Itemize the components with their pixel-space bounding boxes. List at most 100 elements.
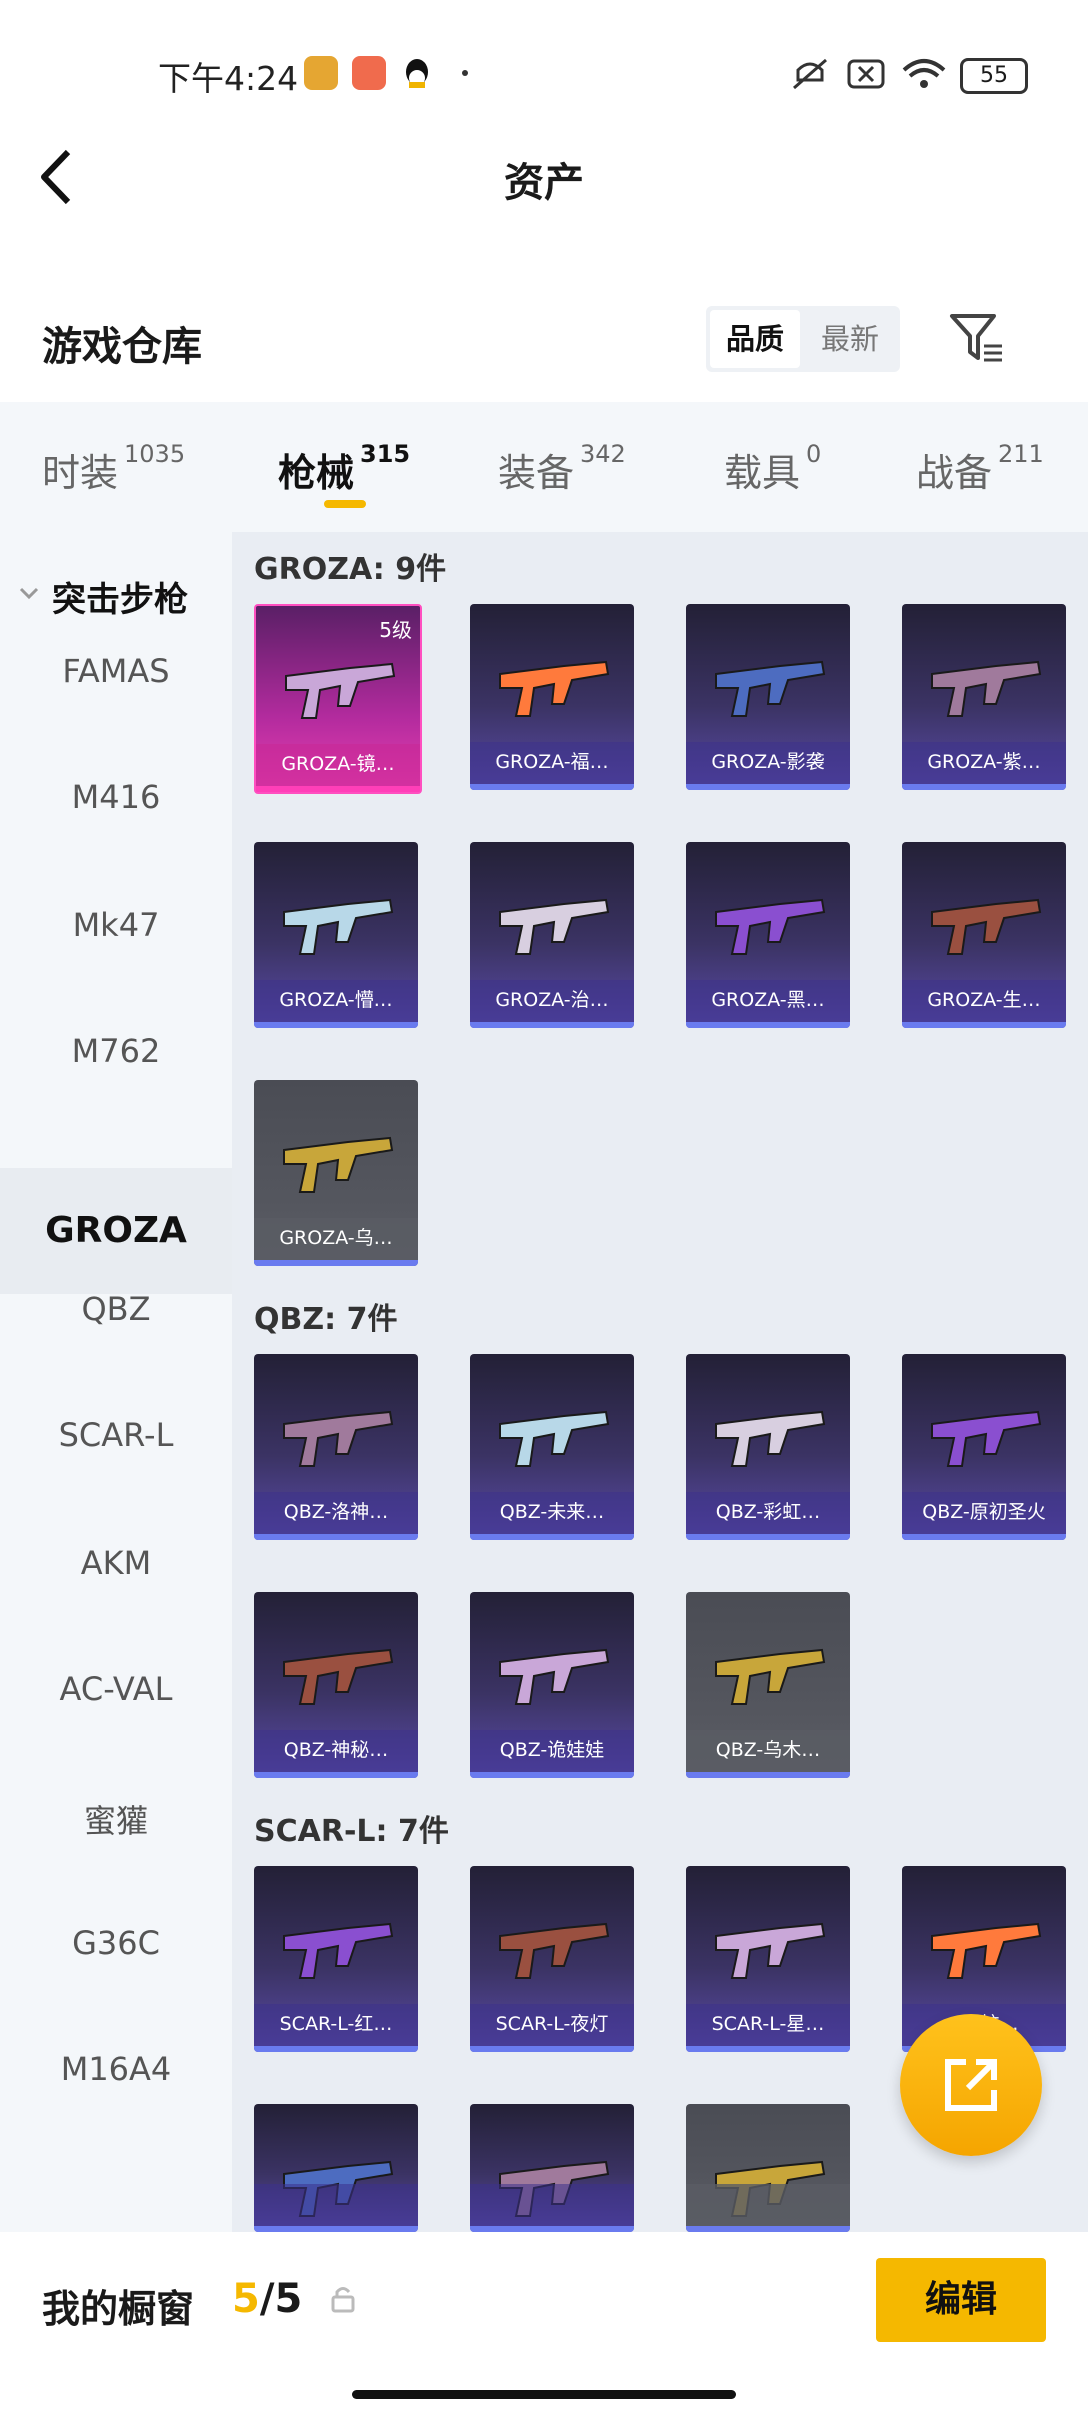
item-card-bar bbox=[256, 786, 420, 792]
item-card-label: SCAR-L-红… bbox=[254, 2004, 418, 2046]
battery-icon: 55 bbox=[960, 58, 1028, 94]
item-card-label bbox=[470, 2184, 634, 2226]
home-indicator bbox=[352, 2390, 736, 2399]
sort-newest-button[interactable]: 最新 bbox=[804, 310, 896, 368]
sidebar-item-qbz[interactable]: QBZ bbox=[0, 1290, 232, 1328]
tab-fashion[interactable]: 时装 1035 bbox=[42, 440, 186, 497]
item-card-label: GROZA-生… bbox=[902, 980, 1066, 1022]
item-card-label: QBZ-神秘… bbox=[254, 1730, 418, 1772]
sort-quality-button[interactable]: 品质 bbox=[710, 310, 800, 368]
item-card-bar bbox=[686, 1534, 850, 1540]
item-card[interactable]: GROZA-黑… bbox=[686, 842, 850, 1028]
item-card[interactable]: QBZ-未来… bbox=[470, 1354, 634, 1540]
gun-skin-icon bbox=[283, 1648, 394, 1705]
filter-icon[interactable] bbox=[948, 310, 1004, 366]
tab-label: 载具 bbox=[724, 451, 801, 495]
item-card-label: SCAR-L-夜灯 bbox=[470, 2004, 634, 2046]
sidebar-item-m762[interactable]: M762 bbox=[0, 1032, 232, 1070]
sidebar-category[interactable]: 突击步枪 bbox=[52, 572, 188, 621]
share-external-icon bbox=[945, 2059, 997, 2111]
item-card[interactable]: QBZ-原初圣火 bbox=[902, 1354, 1066, 1540]
item-card[interactable]: QBZ-乌木… bbox=[686, 1592, 850, 1778]
item-card-bar bbox=[686, 1772, 850, 1778]
qq-icon bbox=[406, 59, 428, 88]
showcase-used: 5 bbox=[232, 2276, 260, 2322]
sidebar-item-famas[interactable]: FAMAS bbox=[0, 652, 232, 690]
item-card-label: GROZA-懵… bbox=[254, 980, 418, 1022]
gun-skin-icon bbox=[931, 1922, 1042, 1979]
gun-skin-icon bbox=[499, 1922, 610, 1979]
edit-button[interactable]: 编辑 bbox=[876, 2258, 1046, 2342]
sidebar-item-groza[interactable]: GROZA bbox=[0, 1168, 232, 1294]
sort-toggle: 品质 最新 bbox=[706, 306, 900, 372]
share-button[interactable] bbox=[900, 2014, 1042, 2156]
item-card[interactable]: GROZA-镜… 5级 bbox=[254, 604, 422, 794]
sidebar-item-g36c[interactable]: G36C bbox=[0, 1924, 232, 1962]
item-card-label bbox=[686, 2184, 850, 2226]
category-tabs: 时装 1035 枪械 315 装备 342 载具 0 战备 211 bbox=[0, 402, 1088, 532]
item-card[interactable]: SCAR-L-星… bbox=[686, 1866, 850, 2052]
showcase-count: 5/5 bbox=[232, 2276, 302, 2322]
item-card[interactable]: GROZA-治… bbox=[470, 842, 634, 1028]
item-level-badge: 5级 bbox=[379, 618, 412, 642]
sidebar-item-akm[interactable]: AKM bbox=[0, 1544, 232, 1582]
tab-vehicles[interactable]: 载具 0 bbox=[724, 440, 821, 497]
item-card[interactable]: QBZ-诡娃娃 bbox=[470, 1592, 634, 1778]
item-card[interactable] bbox=[470, 2104, 634, 2232]
tab-count: 315 bbox=[360, 440, 411, 468]
tab-guns[interactable]: 枪械 315 bbox=[278, 440, 411, 497]
chevron-down-icon bbox=[19, 587, 39, 600]
tab-supplies[interactable]: 战备 211 bbox=[916, 440, 1044, 497]
item-card-bar bbox=[902, 784, 1066, 790]
tab-equipment[interactable]: 装备 342 bbox=[498, 440, 626, 497]
more-dot-icon bbox=[462, 70, 468, 76]
sidebar-item-m416[interactable]: M416 bbox=[0, 778, 232, 816]
section-title-groza: GROZA: 9件 bbox=[254, 552, 447, 587]
item-card-label: GROZA-黑… bbox=[686, 980, 850, 1022]
sidebar-item-ac-val[interactable]: AC-VAL bbox=[0, 1670, 232, 1708]
item-card-label: QBZ-乌木… bbox=[686, 1730, 850, 1772]
item-card-bar bbox=[470, 2046, 634, 2052]
gun-skin-icon bbox=[931, 1410, 1042, 1467]
gun-skin-icon bbox=[283, 898, 394, 955]
shop-notification-icon bbox=[352, 56, 386, 90]
sidebar-item-m16a4[interactable]: M16A4 bbox=[0, 2050, 232, 2088]
gun-skin-icon bbox=[931, 660, 1042, 717]
item-card-label: QBZ-未来… bbox=[470, 1492, 634, 1534]
item-card[interactable]: QBZ-洛神… bbox=[254, 1354, 418, 1540]
active-tab-indicator bbox=[324, 500, 366, 508]
sidebar-item-scar-l[interactable]: SCAR-L bbox=[0, 1416, 232, 1454]
item-card[interactable]: GROZA-福… bbox=[470, 604, 634, 790]
item-card[interactable]: QBZ-神秘… bbox=[254, 1592, 418, 1778]
gun-skin-icon bbox=[715, 1648, 826, 1705]
gun-skin-icon bbox=[715, 1922, 826, 1979]
tab-label: 装备 bbox=[498, 451, 575, 495]
item-card[interactable]: GROZA-影袭 bbox=[686, 604, 850, 790]
item-card[interactable]: GROZA-生… bbox=[902, 842, 1066, 1028]
item-card-bar bbox=[470, 1772, 634, 1778]
item-card[interactable]: GROZA-懵… bbox=[254, 842, 418, 1028]
item-card[interactable]: SCAR-L-红… bbox=[254, 1866, 418, 2052]
mute-icon bbox=[793, 58, 827, 90]
item-card[interactable]: GROZA-紫… bbox=[902, 604, 1066, 790]
item-card-bar bbox=[254, 1534, 418, 1540]
item-card-bar bbox=[254, 1022, 418, 1028]
item-card-bar bbox=[686, 784, 850, 790]
status-time: 下午4:24 bbox=[158, 59, 299, 98]
item-card-bar bbox=[686, 2046, 850, 2052]
item-card[interactable] bbox=[254, 2104, 418, 2232]
item-card[interactable]: GROZA-乌… bbox=[254, 1080, 418, 1266]
tab-count: 342 bbox=[580, 440, 626, 468]
item-card[interactable] bbox=[686, 2104, 850, 2232]
item-card[interactable]: QBZ-彩虹… bbox=[686, 1354, 850, 1540]
item-card-bar bbox=[254, 2046, 418, 2052]
sidebar-item-mk47[interactable]: Mk47 bbox=[0, 906, 232, 944]
sidebar-item-honey-badger[interactable]: 蜜獾 bbox=[0, 1796, 232, 1842]
item-card[interactable]: SCAR-L-夜灯 bbox=[470, 1866, 634, 2052]
section-title-scar-l: SCAR-L: 7件 bbox=[254, 1814, 449, 1849]
gun-skin-icon bbox=[285, 662, 396, 719]
item-card-label: GROZA-影袭 bbox=[686, 742, 850, 784]
tab-count: 1035 bbox=[124, 440, 186, 468]
gun-skin-icon bbox=[499, 660, 610, 717]
gun-skin-icon bbox=[715, 1410, 826, 1467]
